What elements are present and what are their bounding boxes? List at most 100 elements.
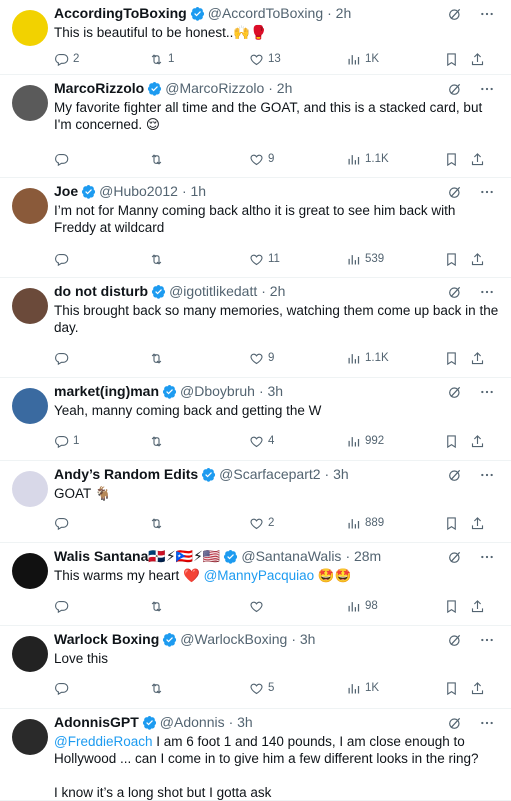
views-button[interactable]: 539	[346, 252, 384, 267]
reply-tweet[interactable]: Warlock Boxing @WarlockBoxing · 3h Love …	[0, 626, 511, 709]
display-name[interactable]: AdonnisGPT	[54, 714, 139, 730]
grok-icon[interactable]	[447, 6, 463, 27]
more-options-icon[interactable]	[479, 81, 495, 102]
avatar[interactable]	[12, 719, 48, 755]
reply-button[interactable]	[54, 351, 73, 366]
avatar[interactable]	[12, 388, 48, 424]
more-options-icon[interactable]	[479, 549, 495, 570]
reply-button[interactable]	[54, 252, 73, 267]
more-options-icon[interactable]	[479, 467, 495, 488]
timestamp[interactable]: · 28m	[345, 548, 381, 564]
like-button[interactable]: 2	[249, 516, 274, 531]
more-options-icon[interactable]	[479, 384, 495, 405]
reply-tweet[interactable]: MarcoRizzolo @MarcoRizzolo · 2h My favor…	[0, 75, 511, 178]
reply-tweet[interactable]: market(ing)man @Dboybruh · 3h Yeah, mann…	[0, 378, 511, 461]
display-name[interactable]: do not disturb	[54, 283, 148, 299]
retweet-button[interactable]	[149, 351, 168, 366]
timestamp[interactable]: · 3h	[259, 383, 283, 399]
display-name[interactable]: Joe	[54, 183, 78, 199]
user-handle[interactable]: @Hubo2012	[99, 183, 178, 199]
grok-icon[interactable]	[447, 715, 463, 736]
share-button[interactable]	[470, 252, 485, 267]
more-options-icon[interactable]	[479, 6, 495, 27]
grok-icon[interactable]	[447, 549, 463, 570]
display-name[interactable]: Warlock Boxing	[54, 631, 159, 647]
reply-tweet[interactable]: Walis Santana🇩🇴⚡🇵🇷⚡🇺🇸 @SantanaWalis · 28…	[0, 543, 511, 626]
reply-button[interactable]	[54, 152, 73, 167]
timestamp[interactable]: · 3h	[229, 714, 253, 730]
more-options-icon[interactable]	[479, 184, 495, 205]
display-name[interactable]: market(ing)man	[54, 383, 159, 399]
bookmark-button[interactable]	[444, 52, 459, 67]
more-options-icon[interactable]	[479, 632, 495, 653]
share-button[interactable]	[470, 152, 485, 167]
reply-tweet[interactable]: AdonnisGPT @Adonnis · 3h @FreddieRoach I…	[0, 709, 511, 801]
avatar[interactable]	[12, 636, 48, 672]
share-button[interactable]	[470, 516, 485, 531]
avatar[interactable]	[12, 471, 48, 507]
avatar[interactable]	[12, 188, 48, 224]
user-handle[interactable]: @Dboybruh	[180, 383, 255, 399]
views-button[interactable]: 1K	[346, 52, 379, 67]
retweet-button[interactable]	[149, 152, 168, 167]
like-button[interactable]: 4	[249, 434, 274, 449]
like-button[interactable]	[249, 599, 268, 614]
like-button[interactable]: 11	[249, 252, 280, 267]
bookmark-button[interactable]	[444, 252, 459, 267]
grok-icon[interactable]	[447, 81, 463, 102]
more-options-icon[interactable]	[479, 715, 495, 736]
retweet-button[interactable]	[149, 516, 168, 531]
bookmark-button[interactable]	[444, 434, 459, 449]
bookmark-button[interactable]	[444, 152, 459, 167]
display-name[interactable]: Andy’s Random Edits	[54, 466, 198, 482]
retweet-button[interactable]	[149, 434, 168, 449]
reply-button[interactable]	[54, 516, 73, 531]
reply-button[interactable]: 1	[54, 434, 79, 449]
retweet-button[interactable]	[149, 681, 168, 696]
timestamp[interactable]: · 2h	[268, 80, 292, 96]
timestamp[interactable]: · 2h	[261, 283, 285, 299]
grok-icon[interactable]	[447, 384, 463, 405]
reply-tweet[interactable]: Joe @Hubo2012 · 1h I’m not for Manny com…	[0, 178, 511, 278]
reply-tweet[interactable]: AccordingToBoxing @AccordToBoxing · 2h T…	[0, 0, 511, 75]
retweet-button[interactable]	[149, 252, 168, 267]
grok-icon[interactable]	[447, 632, 463, 653]
reply-tweet[interactable]: Andy’s Random Edits @Scarfacepart2 · 3h …	[0, 461, 511, 543]
reply-tweet[interactable]: do not disturb @igotitlikedatt · 2h This…	[0, 278, 511, 378]
bookmark-button[interactable]	[444, 351, 459, 366]
user-handle[interactable]: @SantanaWalis	[241, 548, 341, 564]
user-handle[interactable]: @AccordToBoxing	[208, 5, 323, 21]
views-button[interactable]: 889	[346, 516, 384, 531]
timestamp[interactable]: · 2h	[327, 5, 351, 21]
avatar[interactable]	[12, 10, 48, 46]
views-button[interactable]: 1K	[346, 681, 379, 696]
mention-link[interactable]: @FreddieRoach	[54, 734, 153, 749]
retweet-button[interactable]	[149, 599, 168, 614]
avatar[interactable]	[12, 85, 48, 121]
like-button[interactable]: 13	[249, 52, 281, 67]
reply-button[interactable]	[54, 599, 73, 614]
timestamp[interactable]: · 3h	[325, 466, 349, 482]
bookmark-button[interactable]	[444, 681, 459, 696]
share-button[interactable]	[470, 599, 485, 614]
display-name[interactable]: Walis Santana🇩🇴⚡🇵🇷⚡🇺🇸	[54, 548, 220, 565]
views-button[interactable]: 1.1K	[346, 152, 389, 167]
like-button[interactable]: 5	[249, 681, 274, 696]
grok-icon[interactable]	[447, 467, 463, 488]
user-handle[interactable]: @MarcoRizzolo	[165, 80, 264, 96]
share-button[interactable]	[470, 52, 485, 67]
mention-link[interactable]: @MannyPacquiao	[204, 568, 315, 583]
views-button[interactable]: 98	[346, 599, 378, 614]
reply-button[interactable]	[54, 681, 73, 696]
share-button[interactable]	[470, 351, 485, 366]
bookmark-button[interactable]	[444, 599, 459, 614]
avatar[interactable]	[12, 288, 48, 324]
user-handle[interactable]: @Adonnis	[160, 714, 225, 730]
grok-icon[interactable]	[447, 184, 463, 205]
user-handle[interactable]: @Scarfacepart2	[219, 466, 320, 482]
retweet-button[interactable]: 1	[149, 52, 174, 67]
like-button[interactable]: 9	[249, 152, 274, 167]
timestamp[interactable]: · 1h	[182, 183, 206, 199]
more-options-icon[interactable]	[479, 284, 495, 305]
like-button[interactable]: 9	[249, 351, 274, 366]
